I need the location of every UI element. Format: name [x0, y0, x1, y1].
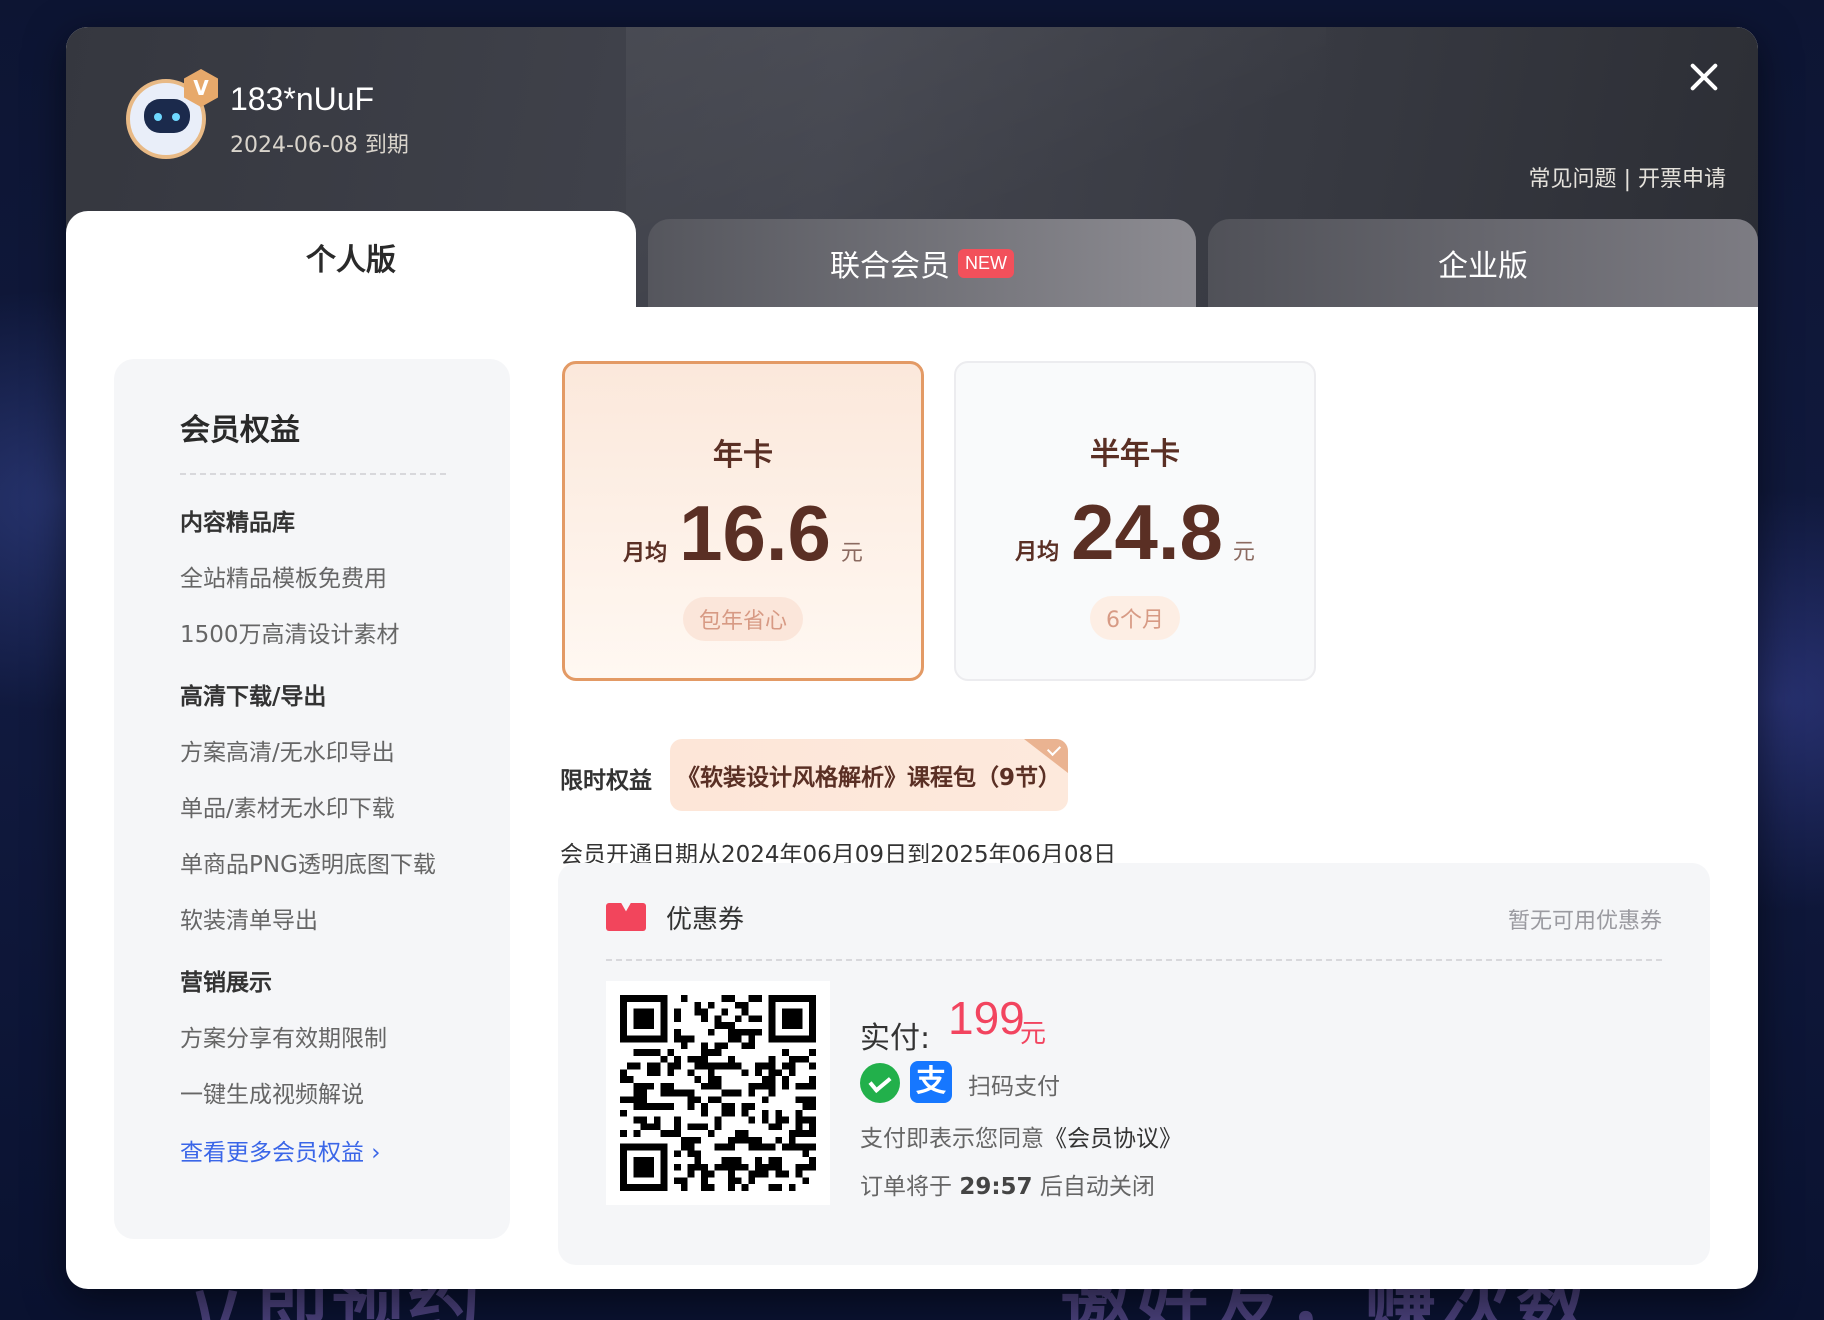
tab-enterprise[interactable]: 企业版 — [1208, 219, 1758, 307]
agreement-prefix: 支付即表示您同意 — [860, 1126, 1044, 1152]
robot-eye-icon — [154, 113, 162, 121]
monthly-label: 月均 — [623, 541, 668, 566]
price-unit: 元 — [840, 541, 863, 566]
invoice-link[interactable]: 开票申请 — [1638, 167, 1726, 192]
coupon-label: 优惠券 — [666, 905, 745, 935]
benefits-panel: 会员权益 内容精品库 全站精品模板免费用 1500万高清设计素材 高清下载/导出… — [114, 359, 510, 1239]
payment-panel: 优惠券 暂无可用优惠券 实付: 199 元 支 扫码支付 支付即表示您同意《会员… — [558, 863, 1710, 1265]
benefit-item: 单品/素材无水印下载 — [180, 796, 395, 822]
order-prefix: 订单将于 — [860, 1174, 952, 1200]
agreement-text: 支付即表示您同意《会员协议》 — [860, 1119, 1182, 1153]
benefit-section-title: 营销展示 — [180, 970, 272, 996]
bonus-text: 《软装设计风格解析》课程包（9节） — [676, 765, 1061, 791]
benefit-item: 软装清单导出 — [180, 908, 318, 934]
header-links: 常见问题 | 开票申请 — [1529, 161, 1726, 193]
countdown: 29:57 — [959, 1174, 1033, 1200]
plan-title: 年卡 — [713, 438, 773, 473]
new-badge: NEW — [958, 248, 1014, 278]
benefit-section-title: 内容精品库 — [180, 510, 295, 536]
plan-title: 半年卡 — [1090, 437, 1180, 472]
bonus-course-package[interactable]: 《软装设计风格解析》课程包（9节） — [670, 739, 1068, 811]
username: 183*nUuF — [230, 81, 375, 117]
plan-tag: 6个月 — [1090, 596, 1180, 640]
expire-info: 2024-06-08 到期 — [230, 127, 409, 159]
benefit-item: 全站精品模板免费用 — [180, 566, 387, 592]
plan-tag: 包年省心 — [682, 597, 803, 641]
expire-date: 2024-06-08 — [230, 133, 358, 158]
coupon-status[interactable]: 暂无可用优惠券 — [1508, 903, 1662, 935]
more-benefits-link[interactable]: 查看更多会员权益 › — [180, 1133, 510, 1167]
coupon-icon — [606, 903, 646, 931]
link-separator: | — [1623, 167, 1631, 192]
benefit-item: 一键生成视频解说 — [180, 1082, 364, 1108]
close-icon[interactable] — [1684, 57, 1724, 97]
agreement-link[interactable]: 《会员协议》 — [1044, 1126, 1182, 1152]
faq-link[interactable]: 常见问题 — [1529, 167, 1617, 192]
tab-personal[interactable]: 个人版 — [66, 211, 636, 311]
scan-pay-text: 扫码支付 — [968, 1074, 1060, 1100]
plan-price: 月均 16.6 元 — [565, 488, 921, 579]
price-value: 24.8 — [1071, 488, 1223, 576]
order-timeout: 订单将于 29:57 后自动关闭 — [860, 1167, 1155, 1201]
wechat-pay-icon — [860, 1063, 900, 1103]
robot-face-icon — [144, 99, 190, 133]
paid-unit: 元 — [1020, 1019, 1047, 1049]
tab-joint-membership[interactable]: 联合会员 NEW — [648, 219, 1196, 307]
benefit-item: 方案高清/无水印导出 — [180, 740, 395, 766]
paid-label: 实付: — [860, 1021, 931, 1056]
membership-modal: V 183*nUuF 2024-06-08 到期 常见问题 | 开票申请 联合会… — [66, 27, 1758, 1289]
benefits-title: 会员权益 — [180, 405, 446, 475]
tab-label: 个人版 — [306, 243, 396, 278]
alipay-icon: 支 — [910, 1061, 952, 1103]
price-unit: 元 — [1232, 540, 1255, 565]
payment-qr-code — [606, 981, 830, 1205]
paid-amount: 199 — [948, 992, 1025, 1044]
order-suffix: 后自动关闭 — [1039, 1174, 1155, 1200]
plan-card-annual[interactable]: 年卡 月均 16.6 元 包年省心 — [562, 361, 924, 681]
benefit-item: 单商品PNG透明底图下载 — [180, 852, 436, 878]
bonus-label: 限时权益 — [560, 768, 652, 794]
robot-eye-icon — [172, 113, 180, 121]
plan-price: 月均 24.8 元 — [956, 487, 1314, 578]
qr-code-icon — [620, 995, 816, 1191]
expire-suffix: 到期 — [364, 133, 409, 158]
tab-label: 联合会员 — [830, 249, 950, 284]
tab-label: 企业版 — [1438, 249, 1528, 284]
benefit-section-title: 高清下载/导出 — [180, 684, 327, 710]
price-value: 16.6 — [679, 489, 831, 577]
plan-card-half-year[interactable]: 半年卡 月均 24.8 元 6个月 — [954, 361, 1316, 681]
divider — [606, 959, 1662, 961]
benefit-item: 方案分享有效期限制 — [180, 1026, 387, 1052]
monthly-label: 月均 — [1015, 540, 1060, 565]
benefit-item: 1500万高清设计素材 — [180, 622, 400, 648]
